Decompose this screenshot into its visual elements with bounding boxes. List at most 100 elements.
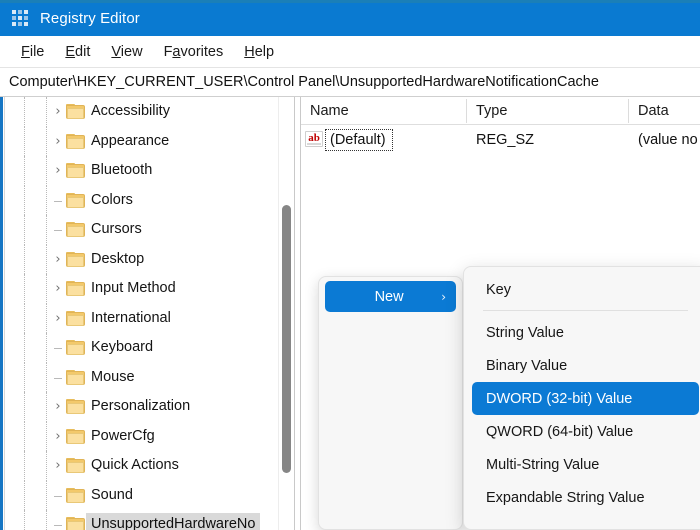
list-column-headers: Name Type Data — [301, 97, 700, 125]
tree-item-label: UnsupportedHardwareNo — [86, 513, 261, 530]
tree-indent-guide — [46, 97, 47, 127]
folder-icon — [66, 340, 85, 355]
tree-elbow-line — [54, 495, 62, 497]
submenu-item-binary-value[interactable]: Binary Value — [472, 349, 699, 382]
submenu-item-expandable-string-value[interactable]: Expandable String Value — [472, 481, 699, 514]
tree-indent-guide — [46, 451, 47, 481]
tree-item-mouse[interactable]: Mouse — [6, 362, 278, 392]
column-header-name[interactable]: Name — [301, 97, 466, 125]
tree-elbow-line — [54, 525, 62, 526]
value-name-cell[interactable]: (Default) — [325, 125, 393, 155]
tree-item-international[interactable]: › International — [6, 303, 278, 333]
chevron-right-icon[interactable]: › — [51, 134, 65, 149]
tree-indent-guide — [46, 392, 47, 422]
registry-path-text: Computer\HKEY_CURRENT_USER\Control Panel… — [9, 74, 599, 90]
tree-indent-guide — [46, 215, 47, 245]
submenu-item-dword-32-bit-value[interactable]: DWORD (32-bit) Value — [472, 382, 699, 415]
tree-indent-guide — [24, 126, 25, 156]
tree-item-label: Desktop — [91, 250, 145, 267]
folder-icon — [66, 487, 85, 503]
tree-item-appearance[interactable]: › Appearance — [6, 126, 278, 156]
tree-item-label: Keyboard — [91, 339, 154, 355]
tree-indent-guide — [24, 156, 25, 186]
tree-item-personalization[interactable]: › Personalization — [6, 392, 278, 422]
tree-indent-guide — [24, 451, 25, 481]
tree-indent-guide — [46, 156, 47, 186]
tree-indent-guide — [46, 421, 47, 451]
value-type-cell: REG_SZ — [476, 132, 535, 148]
left-rail-accent — [0, 97, 3, 530]
tree-item-label: PowerCfg — [91, 427, 155, 444]
chevron-right-icon: › — [441, 289, 446, 304]
table-row[interactable]: ab (Default) REG_SZ (value no — [301, 125, 700, 155]
tree-indent-guide — [24, 362, 25, 392]
tree-indent-guide — [24, 215, 25, 245]
submenu-item-string-value[interactable]: String Value — [472, 316, 699, 349]
tree-item-quick-actions[interactable]: › Quick Actions — [6, 451, 278, 481]
tree-indent-guide — [24, 510, 25, 530]
tree-indent-guide — [24, 185, 25, 215]
folder-icon — [66, 222, 85, 237]
registry-tree-pane[interactable]: › Accessibility › Appearance › Bluetooth Color… — [6, 97, 278, 530]
tree-elbow-line — [54, 348, 62, 349]
submenu-item-qword-64-bit-value[interactable]: QWORD (64-bit) Value — [472, 415, 699, 448]
tree-indent-guide — [24, 392, 25, 422]
chevron-right-icon[interactable]: › — [51, 105, 65, 119]
tree-item-label: Bluetooth — [91, 162, 153, 178]
tree-item-cursors[interactable]: Cursors — [6, 215, 278, 245]
tree-indent-guide — [24, 421, 25, 451]
tree-item-label: Personalization — [91, 398, 191, 414]
title-bar: Registry Editor — [0, 0, 700, 36]
tree-item-keyboard[interactable]: Keyboard — [6, 333, 278, 363]
tree-vertical-scrollbar[interactable] — [278, 97, 294, 530]
menu-item-view[interactable]: View — [101, 42, 153, 62]
new-submenu: Key String Value Binary Value DWORD (32-bit… — [463, 266, 700, 530]
menu-item-file[interactable]: File — [11, 42, 55, 62]
pane-splitter[interactable] — [294, 97, 301, 530]
column-header-data[interactable]: Data — [629, 97, 700, 125]
window-title: Registry Editor — [40, 9, 140, 27]
chevron-right-icon[interactable]: › — [51, 252, 65, 267]
tree-item-bluetooth[interactable]: › Bluetooth — [6, 156, 278, 186]
context-menu-item-label: New — [374, 288, 404, 305]
folder-icon — [66, 428, 85, 444]
tree-indent-guide — [24, 303, 25, 333]
registry-grid-icon — [12, 9, 29, 27]
tree-item-sound[interactable]: Sound — [6, 480, 278, 510]
tree-scrollbar-thumb[interactable] — [282, 205, 291, 473]
tree-indent-guide — [46, 510, 47, 530]
chevron-right-icon[interactable]: › — [51, 400, 65, 414]
folder-icon — [66, 104, 85, 119]
tree-item-label: Sound — [91, 486, 133, 503]
chevron-right-icon[interactable]: › — [51, 311, 65, 326]
menu-item-favorites[interactable]: Favorites — [154, 42, 235, 62]
context-menu-item-new[interactable]: New › — [325, 281, 456, 312]
chevron-right-icon[interactable]: › — [51, 429, 65, 444]
chevron-right-icon[interactable]: › — [51, 459, 65, 473]
submenu-separator — [483, 310, 688, 311]
tree-item-accessibility[interactable]: › Accessibility — [6, 97, 278, 127]
submenu-item-key[interactable]: Key — [472, 273, 699, 306]
menu-item-edit[interactable]: Edit — [55, 42, 101, 62]
menu-item-help[interactable]: Help — [234, 42, 285, 62]
tree-indent-guide — [46, 333, 47, 363]
column-header-type[interactable]: Type — [467, 97, 628, 125]
tree-item-input-method[interactable]: › Input Method — [6, 274, 278, 304]
tree-item-unsupportedhardwareno[interactable]: UnsupportedHardwareNo — [6, 510, 278, 530]
folder-icon — [66, 517, 85, 530]
chevron-right-icon[interactable]: › — [51, 282, 65, 296]
tree-indent-guide — [46, 480, 47, 510]
tree-item-colors[interactable]: Colors — [6, 185, 278, 215]
chevron-right-icon[interactable]: › — [51, 164, 65, 178]
tree-item-powercfg[interactable]: › PowerCfg — [6, 421, 278, 451]
tree-indent-guide — [24, 480, 25, 510]
titlebar-accent-strip — [0, 0, 700, 3]
submenu-item-multi-string-value[interactable]: Multi-String Value — [472, 448, 699, 481]
tree-item-label: Mouse — [91, 368, 135, 385]
folder-icon — [66, 369, 85, 385]
tree-indent-guide — [46, 244, 47, 274]
tree-indent-guide — [24, 274, 25, 304]
address-bar[interactable]: Computer\HKEY_CURRENT_USER\Control Panel… — [0, 68, 700, 97]
tree-item-label: International — [91, 309, 171, 326]
tree-item-desktop[interactable]: › Desktop — [6, 244, 278, 274]
